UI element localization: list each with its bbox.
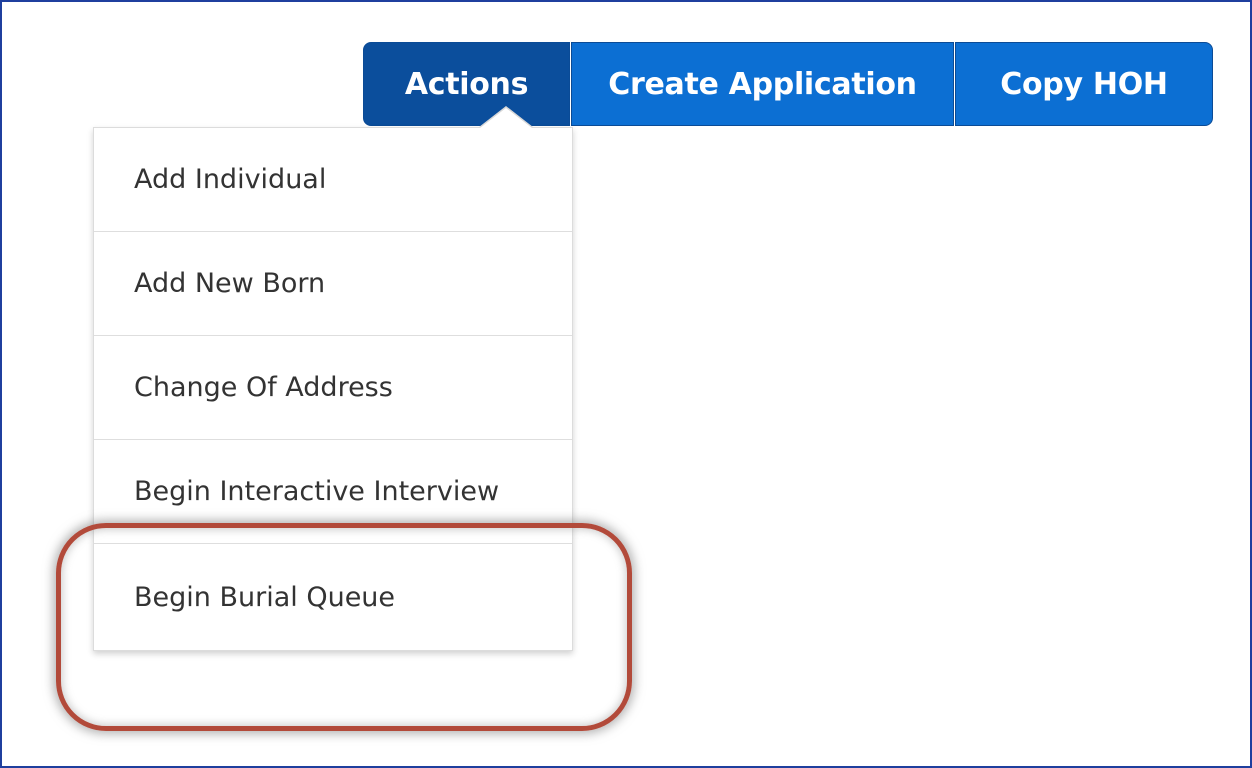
menu-item-begin-burial-queue[interactable]: Begin Burial Queue [94,544,572,650]
menu-item-label: Add Individual [134,164,327,195]
menu-item-label: Begin Burial Queue [134,581,396,613]
menu-item-label: Change Of Address [134,372,393,403]
copy-hoh-button-label: Copy HOH [1000,66,1168,102]
create-application-button[interactable]: Create Application [571,42,954,126]
menu-item-begin-interactive-interview[interactable]: Begin Interactive Interview [94,440,572,544]
actions-button-label: Actions [404,66,529,102]
actions-dropdown-menu: Add Individual Add New Born Change Of Ad… [93,127,573,651]
menu-item-add-individual[interactable]: Add Individual [94,128,572,232]
create-application-button-label: Create Application [608,66,917,102]
actions-button[interactable]: Actions [363,42,570,126]
menu-item-add-new-born[interactable]: Add New Born [94,232,572,336]
menu-item-label: Begin Interactive Interview [134,476,500,507]
menu-item-label: Add New Born [134,268,326,299]
menu-item-change-of-address[interactable]: Change Of Address [94,336,572,440]
dropdown-caret [480,108,532,128]
copy-hoh-button[interactable]: Copy HOH [955,42,1213,126]
